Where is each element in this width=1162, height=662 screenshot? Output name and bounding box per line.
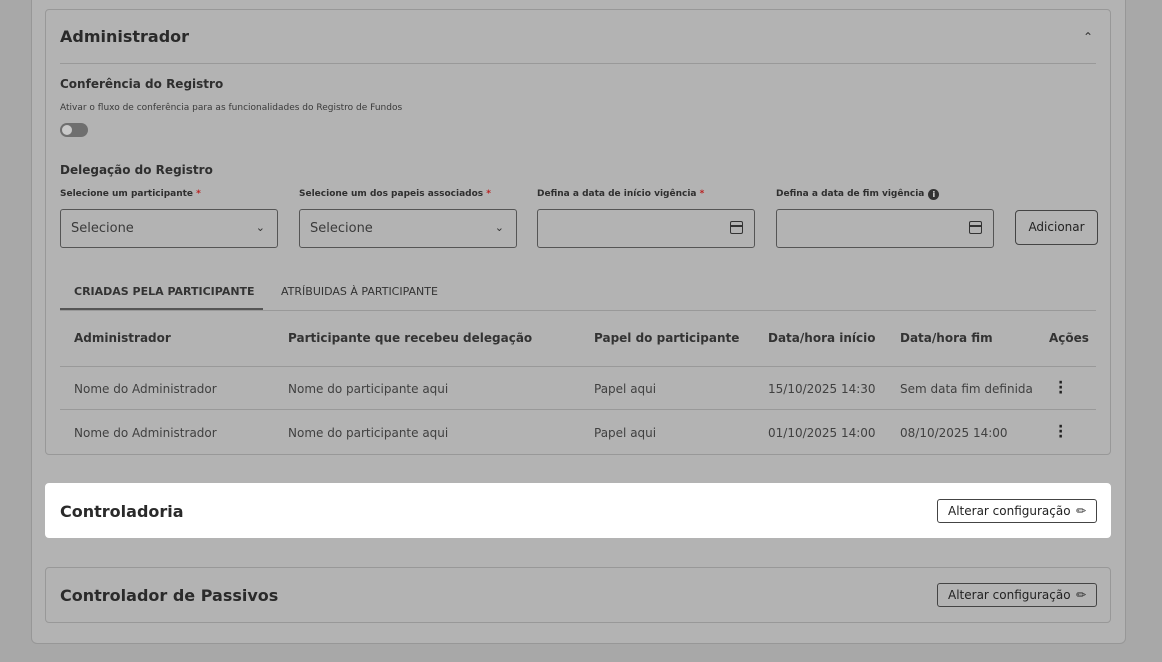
col-papel: Papel do participante (594, 331, 740, 345)
pencil-icon: ✏ (1075, 588, 1086, 602)
section-title: Administrador (60, 27, 190, 46)
cell-participante: Nome do participante aqui (288, 426, 449, 440)
data-inicio-label: Defina a data de início vigência * (537, 189, 705, 199)
papel-select[interactable]: Selecione ⌄ (299, 209, 517, 248)
tabs-divider (60, 310, 1096, 311)
chevron-down-icon: ⌄ (494, 221, 504, 234)
data-fim-input[interactable] (776, 209, 994, 248)
cell-participante: Nome do participante aqui (288, 382, 449, 396)
col-data-fim: Data/hora fim (900, 331, 993, 345)
data-inicio-input[interactable] (537, 209, 755, 248)
calendar-icon[interactable] (730, 221, 743, 234)
papel-select-value: Selecione (310, 221, 373, 236)
info-icon[interactable]: i (928, 189, 940, 200)
more-actions-icon[interactable]: · · · (1058, 420, 1063, 444)
controladoria-section: Controladoria Alterar configuração ✏ (45, 483, 1111, 538)
cell-data-inicio: 15/10/2025 14:30 (768, 382, 876, 396)
alterar-configuracao-button[interactable]: Alterar configuração ✏ (937, 583, 1097, 607)
tab-criadas[interactable]: CRIADAS PELA PARTICIPANTE (74, 285, 255, 298)
calendar-icon[interactable] (969, 221, 982, 234)
data-fim-label: Defina a data de fim vigência i (776, 189, 940, 200)
section-title: Controladoria (60, 502, 184, 521)
cell-administrador: Nome do Administrador (74, 426, 217, 440)
participante-select[interactable]: Selecione ⌄ (60, 209, 278, 248)
cell-data-fim: 08/10/2025 14:00 (900, 426, 1008, 440)
col-administrador: Administrador (74, 331, 171, 345)
more-actions-icon[interactable]: · · · (1058, 376, 1063, 400)
participante-label: Selecione um participante * (60, 189, 201, 199)
cell-administrador: Nome do Administrador (74, 382, 217, 396)
tab-atribuidas[interactable]: ATRÍBUIDAS À PARTICIPANTE (281, 285, 438, 298)
participante-select-value: Selecione (71, 221, 134, 236)
col-participante: Participante que recebeu delegação (288, 331, 533, 345)
papel-label: Selecione um dos papeis associados * (299, 189, 491, 199)
cell-papel: Papel aqui (594, 382, 657, 396)
cell-data-fim: Sem data fim definida (900, 382, 1033, 396)
conferencia-title: Conferência do Registro (60, 77, 224, 91)
alterar-configuracao-button[interactable]: Alterar configuração ✏ (937, 499, 1097, 523)
table-header-divider (60, 366, 1096, 367)
active-tab-indicator (60, 308, 263, 310)
col-acoes: Ações (1049, 331, 1089, 345)
cell-data-inicio: 01/10/2025 14:00 (768, 426, 876, 440)
administrador-section: Administrador ⌃ Conferência do Registro … (45, 9, 1111, 455)
chevron-down-icon: ⌄ (255, 221, 265, 234)
delegacao-title: Delegação do Registro (60, 163, 213, 177)
pencil-icon: ✏ (1075, 504, 1086, 518)
button-label: Alterar configuração (948, 588, 1071, 602)
button-label: Alterar configuração (948, 504, 1071, 518)
conferencia-toggle[interactable] (60, 123, 88, 137)
cell-papel: Papel aqui (594, 426, 657, 440)
adicionar-button[interactable]: Adicionar (1015, 210, 1098, 245)
col-data-inicio: Data/hora início (768, 331, 876, 345)
chevron-up-icon[interactable]: ⌃ (1082, 30, 1094, 44)
controlador-passivos-section: Controlador de Passivos Alterar configur… (45, 567, 1111, 623)
section-title: Controlador de Passivos (60, 586, 279, 605)
row-divider (60, 409, 1096, 410)
divider (60, 63, 1096, 64)
conferencia-description: Ativar o fluxo de conferência para as fu… (60, 103, 403, 113)
